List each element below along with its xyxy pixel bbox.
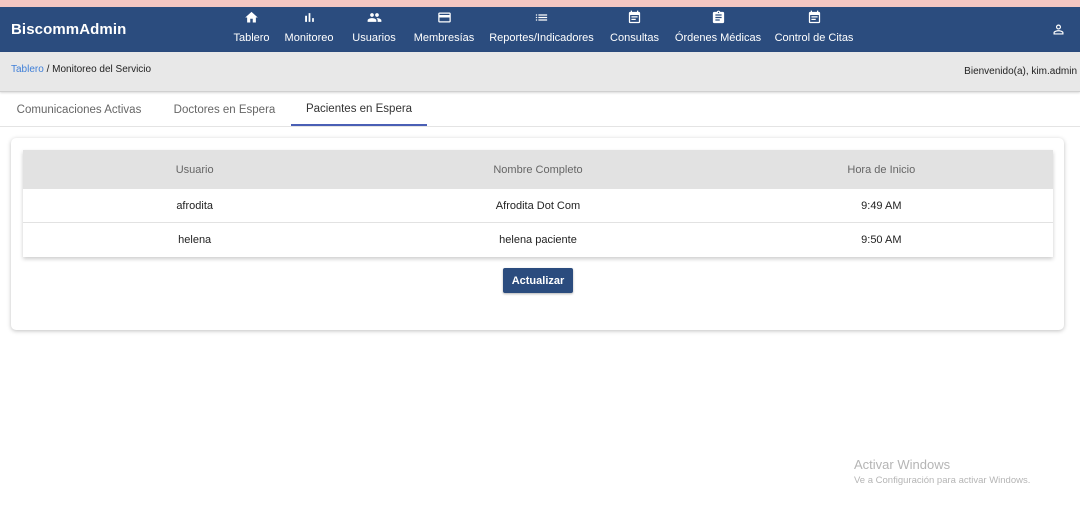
column-header-hora-de-inicio[interactable]: Hora de Inicio	[710, 150, 1053, 189]
nav-item-label: Usuarios	[352, 32, 396, 44]
table-row[interactable]: helena helena paciente 9:50 AM	[23, 223, 1053, 257]
people-icon	[367, 13, 381, 22]
nav-item-ordenes-medicas[interactable]: Órdenes Médicas	[675, 7, 761, 52]
welcome-text: Bienvenido(a), kim.admin	[964, 66, 1077, 77]
nav-item-label: Monitoreo	[284, 32, 334, 44]
cell-usuario: afrodita	[176, 199, 214, 212]
refresh-button[interactable]: Actualizar	[503, 268, 573, 293]
bar-chart-icon	[304, 13, 314, 22]
cell-hora-de-inicio: 9:50 AM	[861, 234, 902, 246]
nav-item-tablero[interactable]: Tablero	[233, 7, 270, 52]
breadcrumb: Tablero / Monitoreo del Servicio	[11, 64, 151, 75]
tab-comunicaciones-activas[interactable]: Comunicaciones Activas	[0, 93, 158, 126]
breadcrumb-current: Monitoreo del Servicio	[52, 64, 152, 75]
account-button[interactable]	[1051, 22, 1066, 37]
calendar-icon	[628, 10, 641, 24]
brand-logo[interactable]: BiscommAdmin	[11, 21, 126, 38]
content-card: Usuario Nombre Completo Hora de Inicio a…	[11, 138, 1064, 330]
waiting-patients-table: Usuario Nombre Completo Hora de Inicio a…	[23, 150, 1053, 257]
tab-doctores-en-espera[interactable]: Doctores en Espera	[158, 93, 291, 126]
watermark-subtitle: Ve a Configuración para activar Windows.	[854, 475, 1031, 486]
top-accent-strip	[0, 0, 1080, 7]
sub-header-bar: Tablero / Monitoreo del Servicio Bienven…	[0, 52, 1080, 92]
nav-item-membresias[interactable]: Membresías	[413, 7, 475, 52]
table-row[interactable]: afrodita Afrodita Dot Com 9:49 AM	[23, 189, 1053, 223]
credit-card-icon	[437, 12, 451, 23]
cell-nombre-completo: Afrodita Dot Com	[495, 199, 581, 212]
nav-item-control-de-citas[interactable]: Control de Citas	[775, 7, 853, 52]
table-header: Usuario Nombre Completo Hora de Inicio	[23, 150, 1053, 189]
watermark-title: Activar Windows	[854, 457, 951, 472]
nav-item-label: Órdenes Médicas	[674, 32, 762, 44]
home-icon	[245, 11, 258, 23]
windows-activation-watermark: Activar Windows Ve a Configuración para …	[854, 457, 1030, 486]
nav-item-consultas[interactable]: Consultas	[610, 7, 659, 52]
breadcrumb-link-tablero[interactable]: Tablero	[11, 64, 44, 75]
clipboard-icon	[712, 10, 724, 24]
tab-pacientes-en-espera[interactable]: Pacientes en Espera	[291, 93, 427, 126]
tab-bar: Comunicaciones Activas Doctores en Esper…	[0, 93, 1080, 127]
cell-usuario: helena	[178, 234, 212, 246]
cell-hora-de-inicio: 9:49 AM	[861, 199, 902, 212]
nav-item-monitoreo[interactable]: Monitoreo	[284, 7, 334, 52]
person-icon	[1053, 24, 1064, 35]
cell-nombre-completo: helena paciente	[499, 234, 577, 246]
nav-item-label: Consultas	[610, 32, 659, 44]
column-header-usuario[interactable]: Usuario	[23, 150, 366, 189]
calendar-icon	[808, 10, 820, 24]
column-header-nombre-completo[interactable]: Nombre Completo	[366, 150, 709, 189]
breadcrumb-separator: /	[43, 64, 53, 75]
nav-item-label: Control de Citas	[774, 32, 854, 44]
list-icon	[535, 14, 548, 21]
nav-item-label: Tablero	[233, 32, 270, 44]
top-navbar: BiscommAdmin Tablero Monitoreo Usuarios …	[0, 7, 1080, 52]
nav-item-label: Reportes/Indicadores	[489, 32, 594, 44]
nav-item-reportes-indicadores[interactable]: Reportes/Indicadores	[489, 7, 594, 52]
nav-item-label: Membresías	[413, 32, 475, 44]
nav-item-usuarios[interactable]: Usuarios	[352, 7, 396, 52]
